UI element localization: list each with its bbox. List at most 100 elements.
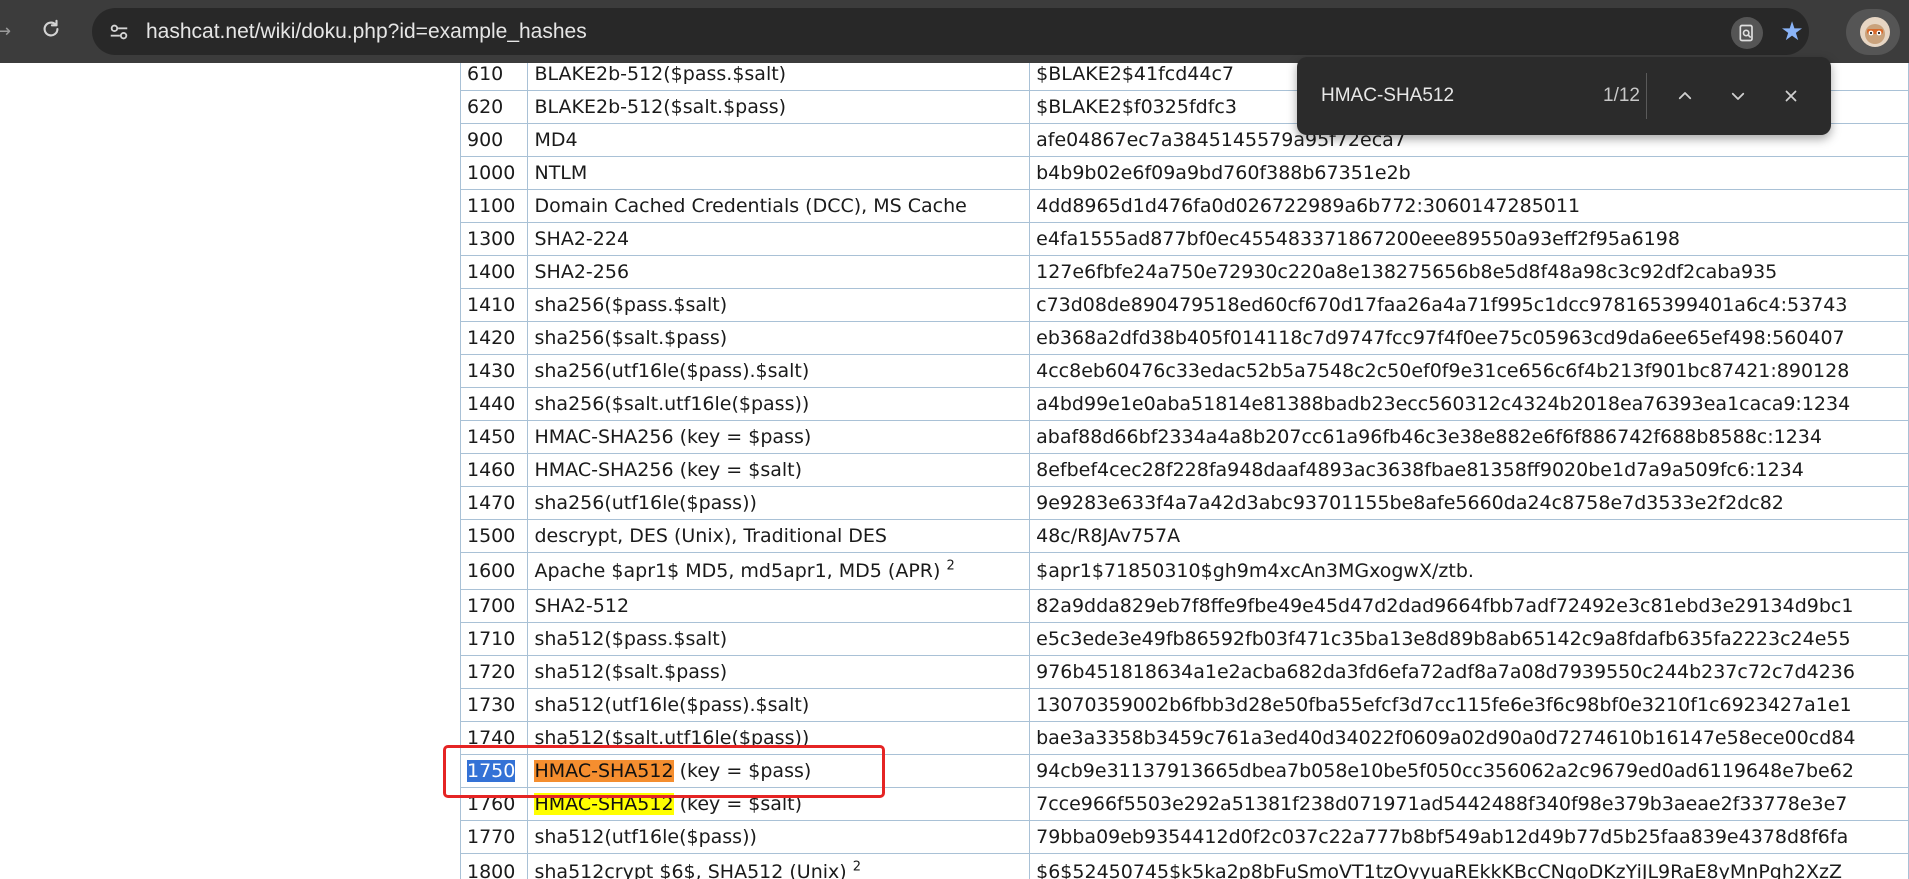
example-hash-value: c73d08de890479518ed60cf670d17faa26a4a71f…: [1036, 294, 1848, 316]
table-row: 1730 sha512(utf16le($pass).$salt) 13070359…: [459, 688, 1909, 722]
star-icon: ★: [1780, 17, 1804, 47]
table-row: 1500 descrypt, DES (Unix), Traditional DE…: [459, 519, 1909, 553]
hash-mode-value: 1460: [467, 459, 516, 481]
example-hash-cell: 48c/R8JAv757A: [1029, 519, 1909, 553]
hash-name-cell: NTLM: [527, 156, 1031, 190]
google-lens-icon: [1739, 24, 1753, 42]
hash-name-cell: sha512(utf16le($pass)): [527, 820, 1031, 854]
hash-mode-value: 1710: [467, 628, 516, 650]
hash-mode-cell: 1710: [459, 622, 529, 656]
example-hash-value: 4dd8965d1d476fa0d026722989a6b772:3060147…: [1036, 195, 1581, 217]
forward-arrow-icon[interactable]: →: [0, 22, 11, 42]
example-hash-value: 7cce966f5503e292a51381f238d071971ad54424…: [1036, 793, 1848, 815]
table-row: 1100 Domain Cached Credentials (DCC), MS …: [459, 189, 1909, 223]
site-info-button[interactable]: [104, 17, 134, 47]
hash-mode-cell: 1770: [459, 820, 529, 854]
hash-name-cell: BLAKE2b-512($pass.$salt): [527, 63, 1031, 91]
footnote-link[interactable]: 2: [946, 559, 954, 574]
hash-name: HMAC-SHA256 (key = $salt): [534, 459, 803, 481]
hash-mode-cell: 1100: [459, 189, 529, 223]
hash-name: descrypt, DES (Unix), Traditional DES: [534, 525, 887, 547]
hash-mode-value: 1420: [467, 327, 516, 349]
example-hash-value: 9e9283e633f4a7a42d3abc93701155be8afe5660…: [1036, 492, 1784, 514]
avatar: [1860, 17, 1890, 47]
close-icon: [1785, 90, 1797, 102]
hash-name: sha256($salt.utf16le($pass)): [534, 393, 810, 415]
divider: [1646, 73, 1647, 119]
example-hash-cell: e4fa1555ad877bf0ec455483371867200eee8955…: [1029, 222, 1909, 256]
hash-name: sha512($salt.$pass): [534, 661, 728, 683]
hash-name: NTLM: [534, 162, 588, 184]
reload-button[interactable]: [36, 14, 66, 44]
hash-mode-value: 1430: [467, 360, 516, 382]
bookmark-button[interactable]: ★: [1775, 15, 1809, 49]
example-hash-value: $6$52450745$k5ka2p8bFuSmoVT1tzOyyuaREkkK…: [1036, 861, 1842, 879]
example-hash-value: bae3a3358b3459c761a3ed40d34022f0609a02d9…: [1036, 727, 1856, 749]
example-hash-value: b4b9b02e6f09a9bd760f388b67351e2b: [1036, 162, 1411, 184]
hash-name: sha256(utf16le($pass)): [534, 492, 757, 514]
table-row: 1410 sha256($pass.$salt) c73d08de890479518…: [459, 288, 1909, 322]
hash-mode-cell: 1420: [459, 321, 529, 355]
example-hash-value: 976b451818634a1e2acba682da3fd6efa72adf8a…: [1036, 661, 1855, 683]
hash-mode-cell: 1700: [459, 589, 529, 623]
example-hash-value: 48c/R8JAv757A: [1036, 525, 1181, 547]
hash-mode-value: 1770: [467, 826, 516, 848]
footnote-link[interactable]: 2: [853, 860, 861, 875]
address-bar[interactable]: hashcat.net/wiki/doku.php?id=example_has…: [92, 8, 1809, 55]
chevron-down-icon: [1731, 92, 1745, 100]
hash-name: sha512($pass.$salt): [534, 628, 728, 650]
hash-name-cell: SHA2-256: [527, 255, 1031, 289]
hash-name-cell: sha512($pass.$salt): [527, 622, 1031, 656]
find-next-button[interactable]: [1720, 78, 1756, 114]
hash-mode-value: 620: [467, 96, 504, 118]
table-row: 1430 sha256(utf16le($pass).$salt) 4cc8eb60…: [459, 354, 1909, 388]
hash-mode-cell: 900: [459, 123, 529, 157]
hash-mode-value: 1410: [467, 294, 516, 316]
hash-name-cell: sha256($salt.utf16le($pass)): [527, 387, 1031, 421]
example-hash-value: a4bd99e1e0aba51814e81388badb23ecc560312c…: [1036, 393, 1851, 415]
find-input[interactable]: HMAC-SHA512: [1321, 57, 1454, 135]
find-bar: HMAC-SHA512 1/12: [1297, 57, 1831, 135]
hash-name-cell: Apache $apr1$ MD5, md5apr1, MD5 (APR) 2: [527, 552, 1031, 590]
highlight-annotation-box: [443, 745, 885, 798]
example-hash-cell: abaf88d66bf2334a4a8b207cc61a96fb46c3e38e…: [1029, 420, 1909, 454]
hash-mode-value: 1400: [467, 261, 516, 283]
hash-name: BLAKE2b-512($salt.$pass): [534, 96, 787, 118]
table-row: 1800 sha512crypt $6$, SHA512 (Unix) 2 $6$5…: [459, 853, 1909, 879]
hash-name: sha512(utf16le($pass).$salt): [534, 694, 810, 716]
hash-mode-cell: 1600: [459, 552, 529, 590]
example-hash-value: $BLAKE2$41fcd44c7: [1036, 63, 1234, 85]
find-previous-button[interactable]: [1667, 78, 1703, 114]
hash-name-cell: sha512crypt $6$, SHA512 (Unix) 2: [527, 853, 1031, 879]
url-text[interactable]: hashcat.net/wiki/doku.php?id=example_has…: [146, 8, 587, 55]
hash-mode-cell: 1410: [459, 288, 529, 322]
profile-button[interactable]: [1846, 9, 1900, 55]
example-hash-cell: 7cce966f5503e292a51381f238d071971ad54424…: [1029, 787, 1909, 821]
hash-mode-value: 1600: [467, 560, 516, 582]
table-row: 1400 SHA2-256 127e6fbfe24a750e72930c220a8e…: [459, 255, 1909, 289]
hash-mode-value: 1100: [467, 195, 516, 217]
find-match-count: 1/12: [1603, 85, 1640, 106]
example-hash-value: 127e6fbfe24a750e72930c220a8e138275656b8e…: [1036, 261, 1778, 283]
hash-name-cell: Domain Cached Credentials (DCC), MS Cach…: [527, 189, 1031, 223]
hash-name-cell: sha256(utf16le($pass).$salt): [527, 354, 1031, 388]
example-hash-cell: $apr1$71850310$gh9m4xcAn3MGxogwX/ztb.: [1029, 552, 1909, 590]
hash-name: Apache $apr1$ MD5, md5apr1, MD5 (APR): [534, 560, 941, 582]
hash-name-cell: HMAC-SHA256 (key = $pass): [527, 420, 1031, 454]
find-close-button[interactable]: [1773, 78, 1809, 114]
hash-name-cell: HMAC-SHA256 (key = $salt): [527, 453, 1031, 487]
hash-name-cell: SHA2-512: [527, 589, 1031, 623]
example-hash-cell: b4b9b02e6f09a9bd760f388b67351e2b: [1029, 156, 1909, 190]
example-hash-cell: e5c3ede3e49fb86592fb03f471c35ba13e8d89b8…: [1029, 622, 1909, 656]
hash-mode-cell: 1720: [459, 655, 529, 689]
hash-name: HMAC-SHA256 (key = $pass): [534, 426, 812, 448]
hash-mode-cell: 1430: [459, 354, 529, 388]
page-content: 610 BLAKE2b-512($pass.$salt) $BLAKE2$41fcd…: [0, 63, 1909, 879]
hash-name-cell: SHA2-224: [527, 222, 1031, 256]
reload-icon: [43, 19, 59, 37]
browser-toolbar: → hashcat.net/wiki/doku.php?id=example_h…: [0, 0, 1909, 63]
google-lens-button[interactable]: [1731, 17, 1763, 49]
hash-name-cell: sha256($salt.$pass): [527, 321, 1031, 355]
example-hash-value: $apr1$71850310$gh9m4xcAn3MGxogwX/ztb.: [1036, 560, 1474, 582]
hash-name-cell: sha256(utf16le($pass)): [527, 486, 1031, 520]
